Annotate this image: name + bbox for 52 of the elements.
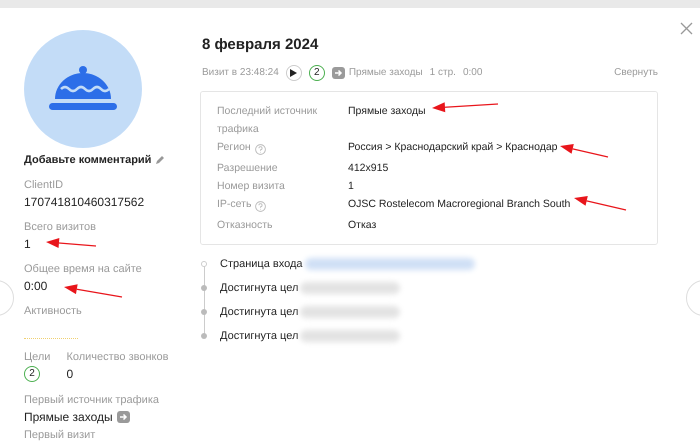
timeline-event: Страница входа: [220, 256, 303, 272]
annotation-arrow: [432, 102, 498, 112]
help-icon[interactable]: [255, 201, 266, 212]
page-count: 1 стр.: [430, 66, 456, 80]
comment-prompt[interactable]: Добавьте комментарий: [24, 153, 152, 167]
field-value: 1: [24, 236, 31, 252]
field-label: Количество звонков: [66, 350, 168, 364]
detail-value: 1: [348, 178, 354, 194]
activity-line: [24, 338, 78, 339]
play-icon: [290, 68, 298, 76]
detail-value: Прямые заходы: [348, 104, 426, 118]
field-value: 170741810460317562: [24, 194, 144, 210]
help-icon[interactable]: [254, 144, 266, 156]
field-label: Общее время на сайте: [24, 262, 142, 276]
timeline-event: Достигнута цел: [220, 304, 298, 320]
detail-value: OJSC Rostelecom Macroregional Branch South: [348, 196, 570, 212]
visit-time: Визит в 23:48:24: [202, 66, 279, 80]
traffic-source: Прямые заходы: [348, 66, 423, 80]
enter-icon: [116, 411, 130, 423]
field-value: Прямые заходы: [24, 410, 113, 424]
detail-value: 412x915: [348, 160, 388, 176]
annotation-arrow: [560, 144, 608, 158]
detail-label: IP-сеть: [217, 196, 252, 212]
annotation-arrow: [574, 196, 626, 211]
detail-label: Последний источник трафика: [217, 104, 318, 136]
detail-label: Номер визита: [217, 178, 285, 194]
field-label: Всего визитов: [24, 220, 96, 234]
field-value: 0:00: [24, 278, 48, 294]
visit-duration: 0:00: [462, 66, 482, 80]
timeline-event: Достигнута цел: [220, 280, 298, 296]
goals-badge: 2: [24, 366, 40, 382]
detail-label: Регион: [217, 140, 251, 154]
goals-badge: 2: [308, 64, 325, 80]
detail-value: Отказ: [348, 218, 376, 232]
annotation-arrow: [64, 284, 122, 298]
timeline-event: Достигнута цел: [220, 328, 298, 344]
cloche-icon: [49, 65, 117, 113]
detail-value: Россия > Краснодарский край > Краснодар: [348, 140, 558, 154]
annotation-arrow: [46, 238, 96, 248]
field-label: Цели: [24, 350, 50, 364]
close-icon[interactable]: [680, 22, 693, 35]
visit-date: 8 февраля 2024: [201, 35, 320, 55]
field-label: Активность: [24, 304, 82, 318]
field-label: Первый визит: [24, 428, 96, 442]
play-button[interactable]: [286, 64, 302, 80]
field-label: ClientID: [24, 178, 64, 192]
field-label: Первый источник трафика: [24, 393, 159, 407]
field-value: 0: [66, 366, 74, 382]
detail-label: Отказность: [217, 218, 273, 232]
enter-icon: [332, 66, 345, 78]
pencil-icon[interactable]: [155, 155, 166, 165]
detail-label: Разрешение: [217, 160, 278, 176]
